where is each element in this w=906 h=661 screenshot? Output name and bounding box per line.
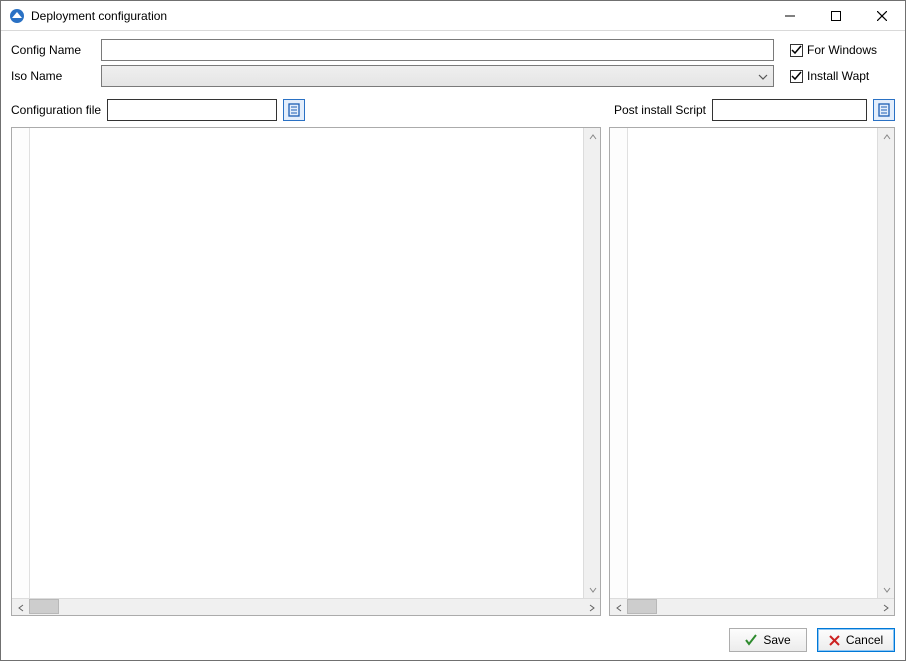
window-title: Deployment configuration — [31, 9, 767, 23]
scroll-right-icon — [877, 599, 894, 616]
post-install-script-input[interactable] — [712, 99, 867, 121]
content-area: Config Name For Windows Iso Name — [1, 31, 905, 622]
right-editor-body — [610, 128, 894, 598]
close-button[interactable] — [859, 1, 905, 30]
scroll-down-icon — [584, 581, 600, 598]
config-name-input[interactable] — [101, 39, 774, 61]
left-horizontal-scrollbar[interactable] — [12, 598, 600, 615]
scroll-track — [59, 599, 583, 615]
minimize-icon — [785, 11, 795, 21]
configuration-file-input[interactable] — [107, 99, 277, 121]
post-install-script-label: Post install Script — [614, 103, 706, 117]
cancel-button[interactable]: Cancel — [817, 628, 895, 652]
left-editor[interactable] — [30, 128, 583, 598]
right-editor-pane — [609, 127, 895, 616]
scroll-track — [584, 145, 600, 581]
check-icon — [745, 634, 757, 646]
left-editor-body — [12, 128, 600, 598]
left-vertical-scrollbar[interactable] — [583, 128, 600, 598]
left-gutter — [12, 128, 30, 598]
right-horizontal-scrollbar[interactable] — [610, 598, 894, 615]
options-column-2: Install Wapt — [790, 69, 895, 83]
iso-name-combo-wrap — [101, 65, 774, 87]
config-name-label: Config Name — [11, 43, 91, 57]
file-icon — [877, 103, 891, 117]
right-gutter — [610, 128, 628, 598]
scroll-up-icon — [584, 128, 600, 145]
scroll-thumb[interactable] — [627, 599, 657, 614]
post-install-script-group: Post install Script — [614, 99, 895, 121]
deployment-config-window: Deployment configuration Config Name — [0, 0, 906, 661]
for-windows-label: For Windows — [807, 43, 877, 57]
left-editor-pane — [11, 127, 601, 616]
titlebar: Deployment configuration — [1, 1, 905, 31]
file-icon — [287, 103, 301, 117]
for-windows-checkbox[interactable]: For Windows — [790, 43, 895, 57]
right-editor[interactable] — [628, 128, 877, 598]
maximize-button[interactable] — [813, 1, 859, 30]
editor-panes — [11, 127, 895, 616]
close-icon — [877, 11, 887, 21]
save-button[interactable]: Save — [729, 628, 807, 652]
iso-name-select[interactable] — [101, 65, 774, 87]
install-wapt-label: Install Wapt — [807, 69, 869, 83]
app-icon — [9, 8, 25, 24]
scroll-thumb[interactable] — [29, 599, 59, 614]
right-vertical-scrollbar[interactable] — [877, 128, 894, 598]
iso-name-label: Iso Name — [11, 69, 91, 83]
checkbox-icon — [790, 44, 803, 57]
cancel-button-label: Cancel — [846, 633, 883, 647]
configuration-file-label: Configuration file — [11, 103, 101, 117]
configuration-file-group: Configuration file — [11, 99, 305, 121]
maximize-icon — [831, 11, 841, 21]
options-column: For Windows — [790, 43, 895, 57]
scroll-down-icon — [878, 581, 894, 598]
minimize-button[interactable] — [767, 1, 813, 30]
scroll-track — [878, 145, 894, 581]
scroll-track — [657, 599, 877, 615]
iso-name-row: Iso Name Install Wapt — [11, 65, 895, 87]
scroll-right-icon — [583, 599, 600, 616]
file-row: Configuration file Post install Script — [11, 99, 895, 121]
x-icon — [829, 635, 840, 646]
configuration-file-browse-button[interactable] — [283, 99, 305, 121]
save-button-label: Save — [763, 633, 790, 647]
config-name-row: Config Name For Windows — [11, 39, 895, 61]
install-wapt-checkbox[interactable]: Install Wapt — [790, 69, 895, 83]
checkbox-icon — [790, 70, 803, 83]
scroll-left-icon — [610, 599, 627, 616]
window-controls — [767, 1, 905, 30]
post-install-script-browse-button[interactable] — [873, 99, 895, 121]
scroll-up-icon — [878, 128, 894, 145]
footer: Save Cancel — [1, 622, 905, 660]
scroll-left-icon — [12, 599, 29, 616]
